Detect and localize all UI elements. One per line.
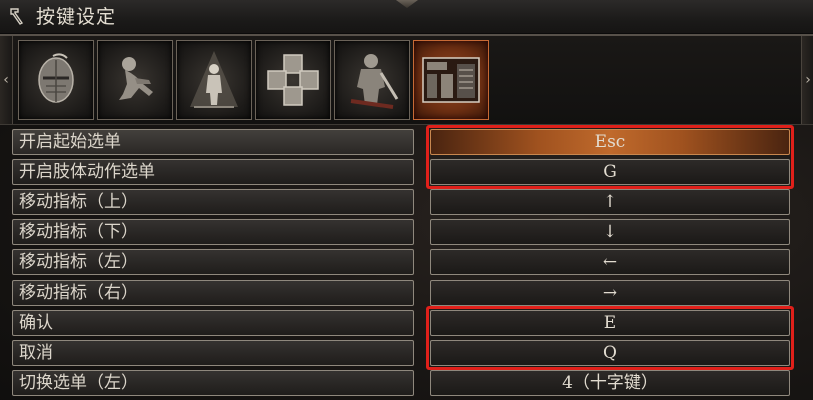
list-item[interactable]: 取消 Q — [12, 340, 790, 366]
key-binding-value[interactable]: E — [430, 310, 790, 336]
list-item[interactable]: 切换选单（左） 4（十字键） — [12, 370, 790, 396]
row-label: 移动指标（左） — [12, 249, 414, 275]
list-item[interactable]: 移动指标（上） ↑ — [12, 189, 790, 215]
tab-items[interactable] — [255, 40, 331, 120]
tab-online[interactable] — [334, 40, 410, 120]
tab-status[interactable] — [176, 40, 252, 120]
list-item[interactable]: 移动指标（左） ← — [12, 249, 790, 275]
key-binding-value[interactable]: Q — [430, 340, 790, 366]
key-binding-value[interactable]: G — [430, 159, 790, 185]
crouching-figure-icon — [98, 41, 172, 119]
row-label: 取消 — [12, 340, 414, 366]
row-label: 开启起始选单 — [12, 129, 414, 155]
controller-settings-icon — [414, 41, 488, 119]
key-binding-value[interactable]: ← — [430, 249, 790, 275]
tab-right-arrow-icon[interactable]: › — [801, 36, 813, 124]
title-ornament — [396, 0, 418, 8]
tab-left-arrow-icon[interactable]: ‹ — [0, 36, 13, 124]
key-binding-value[interactable]: Esc — [430, 129, 790, 155]
knight-icon — [335, 41, 409, 119]
page-title: 按键设定 — [36, 6, 117, 28]
tab-equipment[interactable] — [18, 40, 94, 120]
title-bar: 按键设定 — [0, 0, 813, 36]
card-grid-icon — [256, 41, 330, 119]
key-binding-value[interactable]: 4（十字键） — [430, 370, 790, 396]
row-label: 开启肢体动作选单 — [12, 159, 414, 185]
tab-character[interactable] — [97, 40, 173, 120]
tab-key-settings[interactable] — [413, 40, 489, 120]
helmet-icon — [19, 41, 93, 119]
list-item[interactable]: 移动指标（右） → — [12, 280, 790, 306]
key-binding-value[interactable]: ↑ — [430, 189, 790, 215]
list-item[interactable]: 移动指标（下） ↓ — [12, 219, 790, 245]
hammer-icon — [7, 6, 27, 26]
row-label: 确认 — [12, 310, 414, 336]
list-item[interactable]: 确认 E — [12, 310, 790, 336]
row-label: 切换选单（左） — [12, 370, 414, 396]
standing-figure-icon — [177, 41, 251, 119]
row-label: 移动指标（右） — [12, 280, 414, 306]
row-label: 移动指标（下） — [12, 219, 414, 245]
key-binding-value[interactable]: → — [430, 280, 790, 306]
key-binding-value[interactable]: ↓ — [430, 219, 790, 245]
list-item[interactable]: 开启起始选单 Esc — [12, 129, 790, 155]
list-item[interactable]: 开启肢体动作选单 G — [12, 159, 790, 185]
row-label: 移动指标（上） — [12, 189, 414, 215]
key-settings-screen: 按键设定 ‹ › 开启起始选单 Esc 开启肢体动作选单 G 移动指标（上） ↑… — [0, 0, 813, 400]
